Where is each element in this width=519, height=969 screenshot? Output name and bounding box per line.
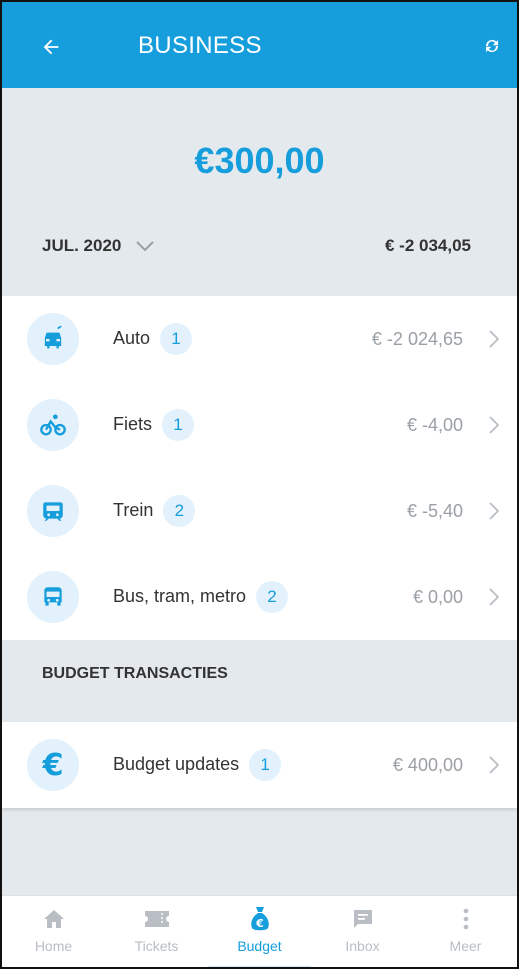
bottom-navigation: Home Tickets € Budget Inbox Meer xyxy=(2,895,517,967)
section-title: BUDGET TRANSACTIES xyxy=(42,665,228,682)
count-badge: 1 xyxy=(160,323,193,355)
category-label: Auto 1 xyxy=(113,323,193,355)
category-label: Fiets 1 xyxy=(113,409,195,441)
category-row-auto[interactable]: Auto 1 € -2 024,65 xyxy=(2,296,517,382)
nav-label: Inbox xyxy=(345,938,380,954)
page-title: BUSINESS xyxy=(138,32,262,59)
chevron-right-icon xyxy=(489,330,499,348)
more-vertical-icon xyxy=(462,904,470,934)
period-total: € -2 034,05 xyxy=(384,236,471,255)
count-badge: 1 xyxy=(249,749,282,781)
train-icon xyxy=(27,485,79,537)
nav-label: Tickets xyxy=(134,938,179,954)
category-amount: € -2 024,65 xyxy=(371,328,463,349)
refresh-icon xyxy=(486,40,498,52)
count-badge: 2 xyxy=(163,495,196,527)
chevron-right-icon xyxy=(489,756,499,774)
money-bag-icon: € xyxy=(248,904,272,934)
budget-amount: €300,00 xyxy=(194,140,325,181)
bicycle-icon xyxy=(27,399,79,451)
euro-icon: € xyxy=(27,739,79,791)
budget-amount-value: € 400,00 xyxy=(392,754,463,775)
top-app-bar: BUSINESS xyxy=(2,2,517,88)
category-row-bus[interactable]: Bus, tram, metro 2 € 0,00 xyxy=(2,554,517,640)
home-icon xyxy=(42,904,66,934)
category-amount: € -5,40 xyxy=(406,500,463,521)
app-screen: BUSINESS €300,00 JUL. 2020 € -2 034,05 A… xyxy=(0,0,519,969)
chevron-right-icon xyxy=(489,502,499,520)
budget-summary: €300,00 JUL. 2020 € -2 034,05 xyxy=(2,88,517,296)
budget-updates-row[interactable]: € Budget updates 1 € 400,00 xyxy=(2,722,517,808)
nav-inbox[interactable]: Inbox xyxy=(311,896,414,967)
period-selector[interactable]: JUL. 2020 xyxy=(42,236,155,256)
nav-meer[interactable]: Meer xyxy=(414,896,517,967)
category-label: Bus, tram, metro 2 xyxy=(113,581,289,613)
nav-tickets[interactable]: Tickets xyxy=(105,896,208,967)
ticket-icon xyxy=(143,904,171,934)
chevron-right-icon xyxy=(489,588,499,606)
category-label: Trein 2 xyxy=(113,495,196,527)
category-amount: € -4,00 xyxy=(406,414,463,435)
nav-label: Budget xyxy=(237,938,282,954)
section-header: BUDGET TRANSACTIES xyxy=(2,640,517,722)
car-icon xyxy=(27,313,79,365)
arrow-left-icon xyxy=(43,39,59,55)
count-badge: 1 xyxy=(162,409,195,441)
category-row-fiets[interactable]: Fiets 1 € -4,00 xyxy=(2,382,517,468)
chevron-down-icon xyxy=(135,240,155,252)
message-icon xyxy=(351,904,375,934)
category-list: Auto 1 € -2 024,65 Fiets 1 € -4,00 Trein… xyxy=(2,296,517,640)
period-label: JUL. 2020 xyxy=(42,236,122,255)
back-button[interactable] xyxy=(36,32,66,62)
nav-budget[interactable]: € Budget xyxy=(208,896,311,967)
count-badge: 2 xyxy=(256,581,289,613)
nav-label: Home xyxy=(34,938,73,954)
refresh-button[interactable] xyxy=(479,33,505,59)
chevron-right-icon xyxy=(489,416,499,434)
category-amount: € 0,00 xyxy=(412,586,463,607)
budget-label: Budget updates 1 xyxy=(113,749,282,781)
nav-label: Meer xyxy=(449,938,482,954)
budget-transactions-list: € Budget updates 1 € 400,00 xyxy=(2,722,517,808)
category-row-trein[interactable]: Trein 2 € -5,40 xyxy=(2,468,517,554)
bus-icon xyxy=(27,571,79,623)
nav-home[interactable]: Home xyxy=(2,896,105,967)
svg-text:€: € xyxy=(255,917,264,930)
